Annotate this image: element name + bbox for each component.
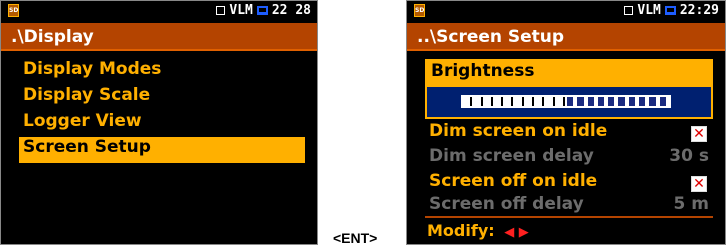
brightness-segment xyxy=(649,97,658,106)
left-right-arrows-icon: ◀ ▶ xyxy=(504,225,529,240)
menu-item-logger-view[interactable]: Logger View xyxy=(19,111,305,137)
status-indicators: VLM 22 28 xyxy=(216,3,311,18)
display-menu: Display Modes Display Scale Logger View … xyxy=(19,59,305,163)
display-screen-right: SD VLM 22:29 ..\Screen Setup Brightness … xyxy=(406,0,726,245)
brightness-segment xyxy=(484,97,493,106)
menu-item-display-scale[interactable]: Display Scale xyxy=(19,85,305,111)
page-title: ..\Screen Setup xyxy=(407,23,725,51)
brightness-segment xyxy=(587,97,596,106)
brightness-segment xyxy=(628,97,638,106)
status-indicators: VLM 22:29 xyxy=(624,3,719,18)
setting-label: Screen off delay xyxy=(429,194,584,214)
brightness-segment xyxy=(639,97,648,106)
brightness-segment xyxy=(494,97,504,106)
status-bar: SD VLM 22:29 xyxy=(407,1,725,21)
menu-item-screen-setup[interactable]: Screen Setup xyxy=(19,137,305,163)
brightness-segment xyxy=(566,97,576,106)
brightness-segment xyxy=(536,97,545,106)
brightness-segment xyxy=(618,97,627,106)
brightness-segment xyxy=(505,97,514,106)
modify-label: Modify: xyxy=(427,221,495,240)
brightness-segment xyxy=(577,97,586,106)
monitor-icon xyxy=(664,6,676,15)
display-screen-left: SD VLM 22 28 .\Display Display Modes Dis… xyxy=(0,0,318,245)
setting-label: Dim screen on idle xyxy=(429,121,608,141)
setting-dim-screen-on-idle[interactable]: Dim screen on idle ✕ xyxy=(425,121,713,147)
sd-card-icon: SD xyxy=(414,4,425,17)
brightness-segment xyxy=(556,97,565,106)
brightness-slider[interactable] xyxy=(461,95,671,108)
screen-off-checkbox[interactable]: ✕ xyxy=(691,176,707,192)
brightness-segment xyxy=(464,97,473,106)
sd-card-icon: SD xyxy=(8,4,19,17)
brightness-segment xyxy=(515,97,524,106)
setting-label: Dim screen delay xyxy=(429,146,594,166)
status-label: VLM xyxy=(229,3,253,18)
brightness-segment xyxy=(474,97,483,106)
monitor-icon xyxy=(256,6,268,15)
status-label: VLM xyxy=(637,3,661,18)
clock-time: 22 28 xyxy=(271,3,311,18)
page-title: .\Display xyxy=(1,23,317,51)
square-indicator-icon xyxy=(624,6,634,15)
brightness-segment xyxy=(525,97,535,106)
enter-key-label: <ENT> xyxy=(333,230,378,246)
brightness-segment xyxy=(608,97,617,106)
footer-hint: Modify: ◀ ▶ xyxy=(427,220,529,244)
brightness-segment xyxy=(597,97,607,106)
setting-value: 30 s xyxy=(669,146,709,166)
square-indicator-icon xyxy=(216,6,226,15)
brightness-label: Brightness xyxy=(427,61,711,87)
brightness-segment xyxy=(659,97,668,106)
setting-label: Screen off on idle xyxy=(429,171,598,191)
brightness-segment xyxy=(546,97,555,106)
brightness-control[interactable]: Brightness xyxy=(425,59,713,119)
dim-screen-checkbox[interactable]: ✕ xyxy=(691,126,707,142)
clock-time: 22:29 xyxy=(679,3,719,18)
setting-dim-screen-delay: Dim screen delay 30 s xyxy=(425,146,713,172)
setting-value: 5 m xyxy=(673,194,709,214)
brightness-slider-row xyxy=(427,87,711,117)
footer-divider xyxy=(425,216,713,218)
status-bar: SD VLM 22 28 xyxy=(1,1,317,21)
menu-item-display-modes[interactable]: Display Modes xyxy=(19,59,305,85)
